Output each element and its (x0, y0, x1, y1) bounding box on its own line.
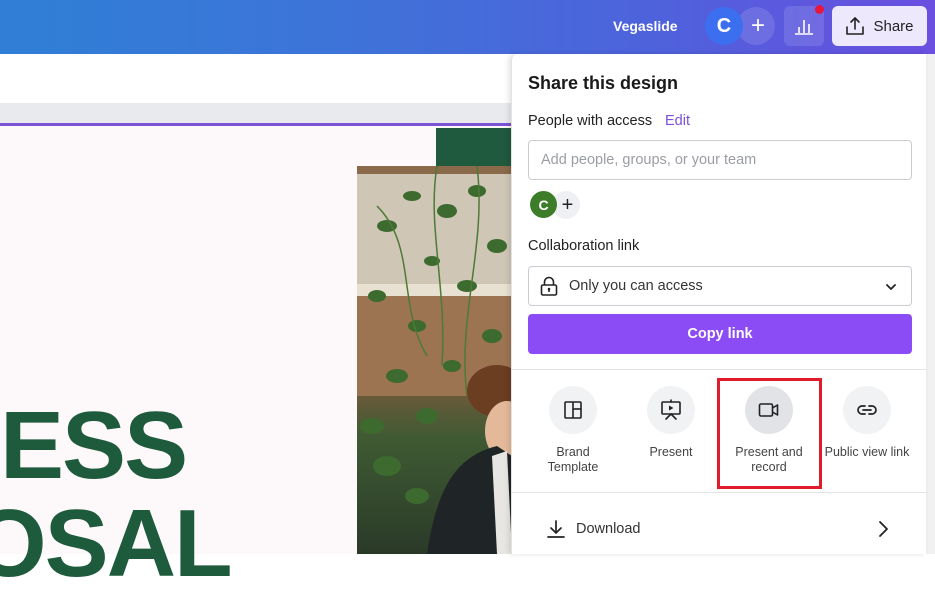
present-icon (661, 399, 681, 420)
chevron-down-icon (886, 284, 896, 290)
member-avatar[interactable]: C (530, 191, 557, 218)
download-icon (547, 520, 565, 538)
headline-line-2[interactable]: OSAL (0, 496, 233, 592)
action-label: Present (649, 445, 693, 459)
divider (512, 492, 927, 493)
scrollbar-track[interactable] (926, 54, 935, 554)
lock-icon (540, 276, 558, 296)
action-icon-button[interactable] (647, 386, 695, 434)
action-public-view-link[interactable]: Public view link (817, 386, 917, 460)
edit-access-link[interactable]: Edit (665, 113, 690, 129)
action-icon-button[interactable] (549, 386, 597, 434)
panel-title: Share this design (528, 73, 679, 93)
upload-icon (846, 17, 865, 35)
editor-toolbar (0, 54, 512, 103)
action-label: Brand Template (547, 445, 599, 474)
download-label: Download (576, 521, 641, 537)
action-label: Public view link (824, 445, 910, 459)
brand-template-icon (564, 401, 582, 419)
link-access-value: Only you can access (569, 278, 703, 294)
add-people-input[interactable] (528, 140, 912, 180)
chevron-right-icon (879, 521, 888, 537)
canvas-photo[interactable] (357, 166, 512, 554)
action-present[interactable]: Present (621, 386, 721, 460)
link-icon (857, 405, 877, 415)
annotation-highlight-box (717, 378, 822, 489)
page-selection-border (0, 123, 512, 126)
copy-link-button[interactable]: Copy link (528, 314, 912, 354)
user-avatar[interactable]: C (705, 7, 743, 45)
share-button[interactable]: Share (832, 6, 927, 46)
headline-line-1[interactable]: ESS (0, 398, 188, 494)
document-title[interactable]: Vegaslide (613, 18, 678, 34)
notification-dot (815, 5, 824, 14)
people-with-access-label: People with access (528, 113, 653, 129)
toolbar-divider (0, 103, 512, 123)
canvas-green-shape[interactable] (436, 128, 512, 166)
bar-chart-icon (795, 20, 813, 35)
collaboration-link-label: Collaboration link (528, 238, 640, 254)
download-row[interactable]: Download (512, 506, 927, 554)
photo-illustration (357, 166, 512, 554)
divider (512, 369, 927, 370)
share-label: Share (873, 17, 914, 35)
action-icon-button[interactable] (843, 386, 891, 434)
action-brand-template[interactable]: Brand Template (523, 386, 623, 475)
link-access-select[interactable]: Only you can access (528, 266, 912, 306)
